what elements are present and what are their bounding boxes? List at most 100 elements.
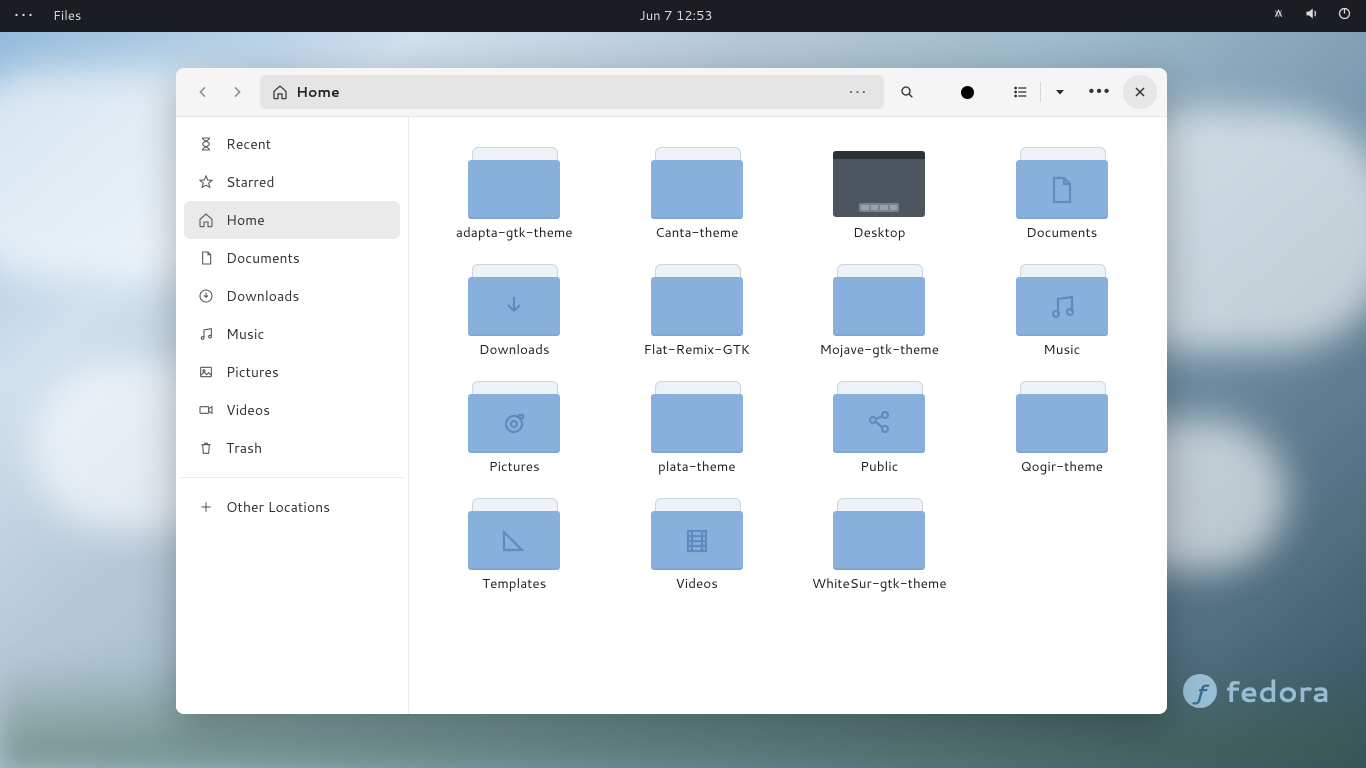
headerbar: Home ••• ••• [176,68,1167,117]
sidebar-item-music[interactable]: Music [184,315,400,353]
folder-label: Documents [1026,225,1097,242]
folder-item[interactable]: Videos [606,492,789,609]
folder-icon [833,264,925,336]
folder-content[interactable]: adapta-gtk-theme Canta-theme Desktop Docume… [409,117,1167,714]
sidebar-item-label: Music [226,324,264,344]
folder-item[interactable]: Qogir-theme [971,375,1154,492]
folder-label: Downloads [479,342,550,359]
picture-icon [198,364,214,380]
folder-item[interactable]: Documents [971,141,1154,258]
folder-item[interactable]: Canta-theme [606,141,789,258]
music-icon [198,326,214,342]
sidebar-item-label: Other Locations [226,497,330,517]
folder-item[interactable]: Public [788,375,971,492]
kebab-icon: ••• [1089,84,1112,100]
sidebar-item-downloads[interactable]: Downloads [184,277,400,315]
sidebar-item-label: Home [226,210,265,230]
sidebar-item-label: Documents [226,248,300,268]
folder-label: Canta-theme [655,225,738,242]
folder-label: adapta-gtk-theme [456,225,573,242]
path-bar[interactable]: Home ••• [260,75,884,109]
home-icon [272,84,288,100]
sidebar: Recent Starred Home Documents Downloads Music… [176,117,409,714]
folder-icon [468,264,560,336]
folder-label: Pictures [489,459,540,476]
folder-icon [468,381,560,453]
folder-icon [651,147,743,219]
folder-icon [651,498,743,570]
desktop-wallpaper: ffedora ••• Files Jun 7 12:53 Home ••• [0,0,1366,768]
sidebar-item-label: Pictures [226,362,279,382]
folder-item[interactable]: Downloads [423,258,606,375]
folder-icon [468,147,560,219]
distro-watermark: ffedora [1183,669,1330,712]
video-icon [198,402,214,418]
volume-icon[interactable] [1304,6,1319,26]
folder-item[interactable]: Pictures [423,375,606,492]
folder-item[interactable]: Flat-Remix-GTK [606,258,789,375]
folder-item[interactable]: WhiteSur-gtk-theme [788,492,971,609]
sidebar-item-documents[interactable]: Documents [184,239,400,277]
sidebar-item-label: Downloads [226,286,299,306]
folder-icon [468,498,560,570]
folder-icon [833,498,925,570]
files-window: Home ••• ••• Recent Starred Home Documents D… [176,68,1167,714]
folder-icon [1016,264,1108,336]
sidebar-item-pictures[interactable]: Pictures [184,353,400,391]
network-icon[interactable] [1271,6,1286,26]
desktop-folder-icon [833,147,925,219]
activities-button[interactable]: ••• [14,8,35,24]
folder-label: WhiteSur-gtk-theme [812,576,947,593]
folder-label: Mojave-gtk-theme [819,342,939,359]
document-icon [198,250,214,266]
close-button[interactable] [1123,75,1157,109]
folder-icon [651,381,743,453]
folder-item[interactable]: Music [971,258,1154,375]
dot-icon [961,86,974,99]
folder-icon [1016,147,1108,219]
hourglass-icon [198,136,214,152]
sidebar-other-locations[interactable]: Other Locations [184,488,400,526]
clock[interactable]: Jun 7 12:53 [81,7,1271,25]
sidebar-item-trash[interactable]: Trash [184,429,400,467]
path-more-button[interactable]: ••• [845,82,872,102]
sidebar-item-label: Recent [226,134,271,154]
trash-icon [198,440,214,456]
folder-item[interactable]: Mojave-gtk-theme [788,258,971,375]
hamburger-menu-button[interactable]: ••• [1083,75,1117,109]
folder-item[interactable]: Templates [423,492,606,609]
folder-label: plata-theme [658,459,736,476]
back-button[interactable] [186,75,220,109]
sidebar-item-recent[interactable]: Recent [184,125,400,163]
search-button[interactable] [890,75,924,109]
plus-icon [198,499,214,515]
folder-label: Public [860,459,898,476]
folder-item[interactable]: plata-theme [606,375,789,492]
home-icon [198,212,214,228]
gnome-top-bar: ••• Files Jun 7 12:53 [0,0,1366,32]
view-options-dropdown[interactable] [1043,75,1077,109]
folder-icon [833,381,925,453]
folder-label: Desktop [853,225,905,242]
sidebar-item-starred[interactable]: Starred [184,163,400,201]
folder-item[interactable]: Desktop [788,141,971,258]
folder-item[interactable]: adapta-gtk-theme [423,141,606,258]
power-icon[interactable] [1337,6,1352,26]
sidebar-item-label: Starred [226,172,275,192]
sidebar-item-videos[interactable]: Videos [184,391,400,429]
folder-label: Flat-Remix-GTK [644,342,750,359]
forward-button[interactable] [220,75,254,109]
sidebar-item-home[interactable]: Home [184,201,400,239]
app-menu-label[interactable]: Files [53,7,81,25]
sidebar-item-label: Videos [226,400,270,420]
folder-icon [1016,381,1108,453]
folder-label: Music [1043,342,1080,359]
folder-label: Templates [482,576,546,593]
folder-label: Qogir-theme [1020,459,1103,476]
path-label: Home [296,82,340,102]
folder-label: Videos [676,576,718,593]
record-indicator[interactable] [950,75,984,109]
view-list-button[interactable] [1004,75,1038,109]
sidebar-item-label: Trash [226,438,262,458]
folder-icon [651,264,743,336]
